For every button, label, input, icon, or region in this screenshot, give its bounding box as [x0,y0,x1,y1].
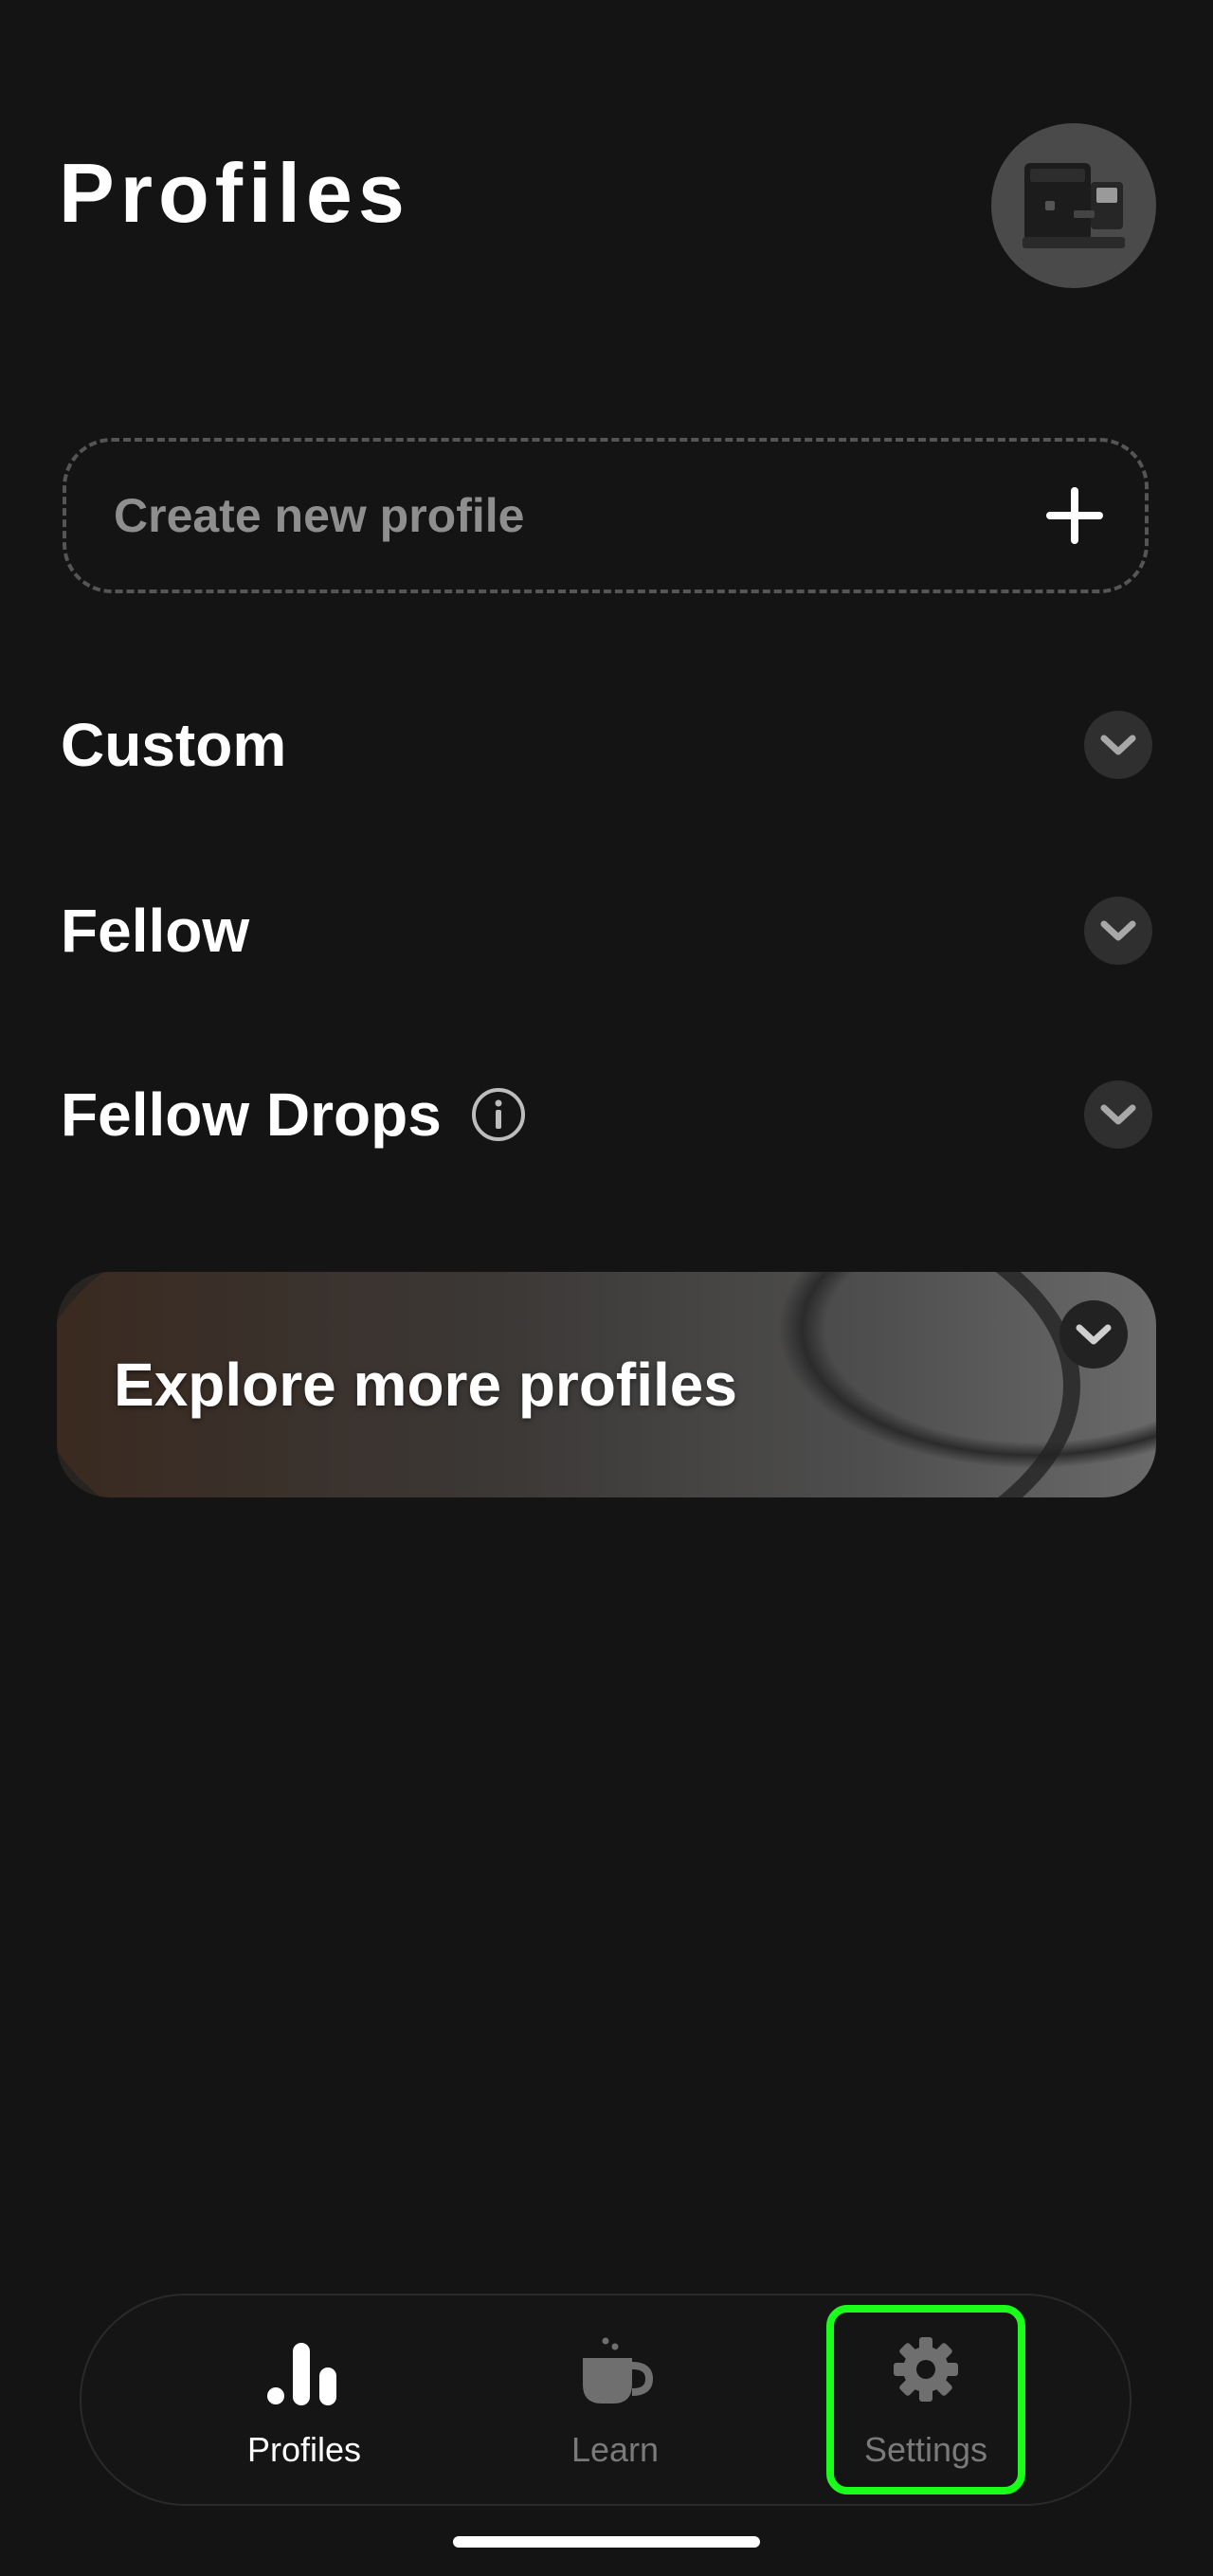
tab-profiles[interactable]: Profiles [205,2305,404,2494]
chevron-down-icon[interactable] [1084,711,1152,779]
section-title-custom: Custom [61,711,287,779]
tab-profiles-label: Profiles [246,2430,362,2469]
explore-more-profiles-label: Explore more profiles [114,1351,737,1419]
create-new-profile-label: Create new profile [114,489,525,542]
espresso-machine-icon [1023,163,1125,248]
tab-learn-label: Learn [570,2430,660,2469]
chevron-down-icon[interactable] [1084,897,1152,965]
section-custom[interactable]: Custom [61,698,1152,792]
section-fellow-drops[interactable]: Fellow Drops [61,1067,1152,1162]
gear-icon [890,2330,962,2405]
info-icon[interactable] [470,1086,527,1143]
tab-settings-label: Settings [863,2430,988,2469]
bottom-tab-bar: Profiles Learn Settings [80,2294,1132,2506]
home-indicator[interactable] [453,2536,760,2548]
explore-more-profiles-card[interactable]: Explore more profiles [57,1272,1156,1497]
page-title: Profiles [59,146,410,240]
chevron-down-icon[interactable] [1084,1080,1152,1149]
plus-icon [1046,487,1103,544]
chevron-down-icon[interactable] [1059,1300,1128,1369]
tab-settings[interactable]: Settings [826,2305,1025,2494]
section-title-fellow-drops: Fellow Drops [61,1080,442,1149]
section-title-fellow: Fellow [61,897,250,965]
bar-chart-icon [266,2330,342,2405]
coffee-cup-icon [577,2330,653,2405]
create-new-profile-button[interactable]: Create new profile [63,438,1149,593]
section-fellow[interactable]: Fellow [61,883,1152,978]
machine-avatar[interactable] [991,123,1156,288]
tab-learn[interactable]: Learn [516,2305,715,2494]
